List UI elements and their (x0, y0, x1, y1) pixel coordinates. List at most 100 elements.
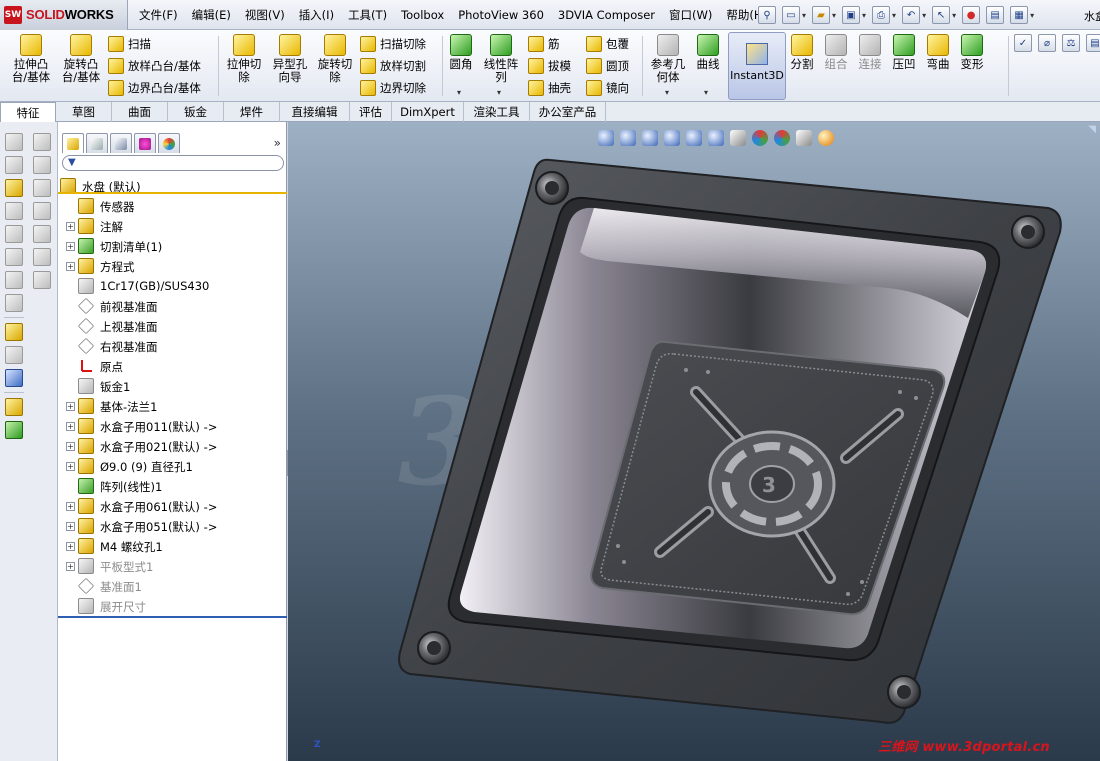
extrude-cut-button[interactable]: 拉伸切 除 (222, 34, 266, 98)
sketch-picture-icon[interactable] (5, 398, 23, 416)
tree-item[interactable]: + 基体-法兰1 (58, 396, 287, 416)
dome-button[interactable]: 圆顶 (586, 56, 629, 76)
curves-dropdown-icon[interactable]: ▾ (704, 88, 708, 97)
lofted-cut-button[interactable]: 放样切割 (360, 56, 426, 76)
tree-expand-icon[interactable]: + (66, 522, 75, 531)
cube-view-3-icon[interactable] (33, 179, 51, 197)
viewport-options-icon[interactable]: ◥ (1088, 124, 1096, 135)
tree-item[interactable]: 钣金1 (58, 376, 287, 396)
tree-expand-icon[interactable]: + (66, 222, 75, 231)
sketch-icon[interactable] (5, 133, 23, 151)
tree-item[interactable]: 前视基准面 (58, 296, 287, 316)
tab-1[interactable]: 草图 (56, 102, 112, 122)
tree-item[interactable]: + 水盒子用061(默认) -> (58, 496, 287, 516)
part-model-render[interactable]: 3 (288, 122, 1100, 761)
print-icon[interactable]: ⎙ (872, 6, 891, 24)
rebuild-traffic-light-icon[interactable]: ● (962, 6, 981, 24)
tab-6[interactable]: 评估 (350, 102, 392, 122)
pattern-dropdown-icon[interactable]: ▾ (497, 88, 501, 97)
configuration-manager-tab[interactable] (110, 133, 132, 153)
file-properties-icon[interactable]: ▤ (986, 6, 1005, 24)
edit-appearance-icon[interactable] (752, 130, 768, 146)
tree-expand-icon[interactable]: + (66, 242, 75, 251)
tab-4[interactable]: 焊件 (224, 102, 280, 122)
display-style-icon[interactable] (708, 130, 724, 146)
tree-item[interactable]: 上视基准面 (58, 316, 287, 336)
hide-show-items-icon[interactable] (730, 130, 746, 146)
tab-5[interactable]: 直接编辑 (280, 102, 350, 122)
view-orientation-icon[interactable] (686, 130, 702, 146)
options-dropdown-icon[interactable]: ▾ (1030, 11, 1034, 20)
tree-expand-icon[interactable]: + (66, 422, 75, 431)
cube-view-2-icon[interactable] (33, 156, 51, 174)
tree-item[interactable]: 展开尺寸 (58, 596, 287, 616)
tab-7[interactable]: DimXpert (392, 102, 464, 122)
tree-item[interactable]: 阵列(线性)1 (58, 476, 287, 496)
draft-button[interactable]: 拔模 (528, 56, 571, 76)
hole-wizard-button[interactable]: 异型孔 向导 (268, 34, 312, 98)
tab-0[interactable]: 特征 (0, 102, 56, 123)
select-arrow-icon[interactable]: ↖ (932, 6, 951, 24)
tree-item[interactable]: + 平板型式1 (58, 556, 287, 576)
shell-button[interactable]: 抽壳 (528, 78, 571, 98)
cube-view-6-icon[interactable] (33, 248, 51, 266)
graphics-area[interactable]: 3D (288, 122, 1100, 761)
mirror-button[interactable]: 镜向 (586, 78, 629, 98)
tree-item[interactable]: + Ø9.0 (9) 直径孔1 (58, 456, 287, 476)
solidworks-logo[interactable]: SW SOLIDWORKS (0, 0, 128, 30)
combine-button[interactable]: 组合 (822, 34, 850, 98)
tree-expand-icon[interactable]: + (66, 562, 75, 571)
pin-icon[interactable]: ⚲ (758, 6, 776, 24)
indent-button[interactable]: 压凹 (890, 34, 918, 98)
display-relations-icon[interactable] (5, 225, 23, 243)
tree-expand-icon[interactable]: + (66, 402, 75, 411)
reference-geometry-dropdown-icon[interactable]: ▾ (665, 88, 669, 97)
tree-item[interactable]: + 注解 (58, 216, 287, 236)
menu-item-4[interactable]: 工具(T) (341, 0, 394, 30)
save-icon[interactable]: ▣ (842, 6, 861, 24)
rib-button[interactable]: 筋 (528, 34, 560, 54)
move-entities-icon[interactable] (5, 369, 23, 387)
menu-item-7[interactable]: 3DVIA Composer (551, 0, 662, 30)
wrap-button[interactable]: 包覆 (586, 34, 629, 54)
apply-scene-icon[interactable] (774, 130, 790, 146)
layout-icon[interactable] (5, 421, 23, 439)
previous-view-icon[interactable] (642, 130, 658, 146)
deform-button[interactable]: 变形 (958, 34, 986, 98)
tab-2[interactable]: 曲面 (112, 102, 168, 122)
boundary-cut-button[interactable]: 边界切除 (360, 78, 426, 98)
tree-expand-icon[interactable]: + (66, 462, 75, 471)
cube-view-1-icon[interactable] (33, 133, 51, 151)
tree-item[interactable]: + 切割清单(1) (58, 236, 287, 256)
expand-panel-icon[interactable]: » (274, 136, 281, 150)
instant3d-button[interactable]: Instant3D (728, 32, 786, 100)
3d-sketch-icon[interactable] (5, 156, 23, 174)
instant2d-icon[interactable] (5, 323, 23, 341)
boundary-boss-button[interactable]: 边界凸台/基体 (108, 78, 201, 98)
tree-expand-icon[interactable]: + (66, 262, 75, 271)
section-view-icon[interactable] (664, 130, 680, 146)
cube-view-7-icon[interactable] (33, 271, 51, 289)
rollback-bar[interactable] (58, 616, 287, 618)
repair-sketch-icon[interactable] (5, 248, 23, 266)
cube-view-4-icon[interactable] (33, 202, 51, 220)
display-manager-tab[interactable] (158, 133, 180, 153)
tab-8[interactable]: 渲染工具 (464, 102, 530, 122)
shaded-contours-icon[interactable] (5, 346, 23, 364)
tree-item[interactable]: 原点 (58, 356, 287, 376)
menu-item-0[interactable]: 文件(F) (132, 0, 185, 30)
undo-icon[interactable]: ↶ (902, 6, 921, 24)
mass-properties-icon[interactable]: ⚖ (1062, 34, 1080, 52)
print-dropdown-icon[interactable]: ▾ (892, 11, 896, 20)
menu-item-2[interactable]: 视图(V) (238, 0, 292, 30)
add-relation-icon[interactable] (5, 202, 23, 220)
section-properties-icon[interactable]: ▤ (1086, 34, 1100, 52)
loft-boss-button[interactable]: 放样凸台/基体 (108, 56, 201, 76)
fillet-dropdown-icon[interactable]: ▾ (457, 88, 461, 97)
render-tools-icon[interactable] (818, 130, 834, 146)
open-dropdown-icon[interactable]: ▾ (832, 11, 836, 20)
property-manager-tab[interactable] (86, 133, 108, 153)
tree-expand-icon[interactable]: + (66, 502, 75, 511)
spelling-icon[interactable]: ✓ (1014, 34, 1032, 52)
zoom-to-area-icon[interactable] (620, 130, 636, 146)
